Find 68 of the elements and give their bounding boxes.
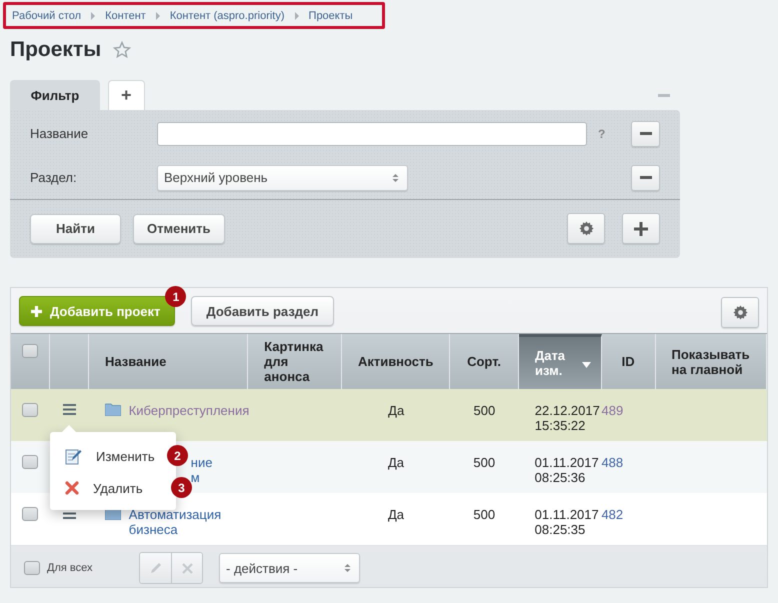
add-button[interactable] [622,213,660,244]
plus-icon [31,306,42,316]
step-badge: 2 [167,445,188,466]
chevron-icon [154,12,161,20]
remove-button[interactable] [631,120,660,146]
checkbox[interactable] [22,507,38,521]
plus-icon [634,222,648,236]
filter-button[interactable]: Найти [30,214,121,244]
field-label: Раздел: [30,170,78,185]
checkbox[interactable] [22,455,38,469]
checkbox[interactable] [24,561,40,575]
delete-icon [65,481,79,495]
menu-item[interactable]: Изменить [50,440,158,472]
updown-arrows-icon [344,563,351,573]
menu-icon[interactable] [62,404,76,415]
filter-tab[interactable]: Фильтр [10,80,100,110]
minus-icon [640,132,652,136]
table-cell: 15:35:22 [534,418,586,433]
remove-button[interactable] [631,164,660,190]
breadcrumb-link[interactable]: Рабочий стол [12,10,82,22]
id-link[interactable]: 482 [601,507,624,522]
settings-icon [732,304,748,320]
minus-icon [640,176,652,180]
table-cell: 22.12.2017 [534,403,600,418]
settings-icon [578,221,594,236]
input-field[interactable] [157,122,587,146]
page-title: Проекты [10,38,102,62]
checkbox[interactable] [22,344,38,358]
table-cell: Да [388,403,404,418]
add-section-button[interactable]: Добавить раздел [191,296,334,326]
column-header[interactable]: Дата изм. [518,334,602,389]
settings-button[interactable] [721,296,759,328]
star-icon[interactable] [113,41,132,59]
table-cell: 500 [474,403,496,418]
chevron-icon [90,12,96,20]
breadcrumb-link[interactable]: Проекты [308,10,353,22]
field-label: Название [30,126,90,141]
table-cell: 01.11.2017 [534,455,599,470]
pencil-icon [148,561,162,575]
folder-icon [104,403,121,416]
select-field[interactable]: Верхний уровень [157,164,408,190]
step-badge: 1 [165,286,186,307]
breadcrumb-link[interactable]: Контент (aspro.priority) [170,10,285,22]
action-select[interactable]: - действия - [219,553,360,583]
table-cell: 01.11.2017 [534,507,599,522]
table-cell: 08:25:35 [534,522,586,537]
table-cell: Да [388,455,404,470]
table-cell: 08:25:36 [534,470,586,485]
id-link[interactable]: 488 [601,455,624,470]
sort-arrow-icon [582,362,591,368]
checkbox-label: Для всех [47,562,94,574]
settings-button[interactable] [567,213,605,244]
close-icon [182,562,192,574]
section-link[interactable]: ние м [190,455,221,485]
table-cell: 500 [473,507,496,522]
step-badge: 3 [171,477,192,498]
updown-arrows-icon [392,172,399,182]
table-row[interactable]: Киберпреступления Да 500 22.12.2017 15:35:22 489 [11,389,767,441]
edit-icon [65,448,82,464]
section-link[interactable]: Автоматизация бизнеса [128,507,229,537]
chevron-icon [294,12,300,20]
filter-button[interactable]: Отменить [133,214,225,244]
checkbox[interactable] [22,403,38,417]
filter-tab[interactable]: + [108,80,145,110]
collapse-icon[interactable] [658,94,670,98]
table-cell: 500 [473,455,496,470]
table-cell: Да [388,507,404,522]
breadcrumb-link[interactable]: Контент [105,10,146,22]
